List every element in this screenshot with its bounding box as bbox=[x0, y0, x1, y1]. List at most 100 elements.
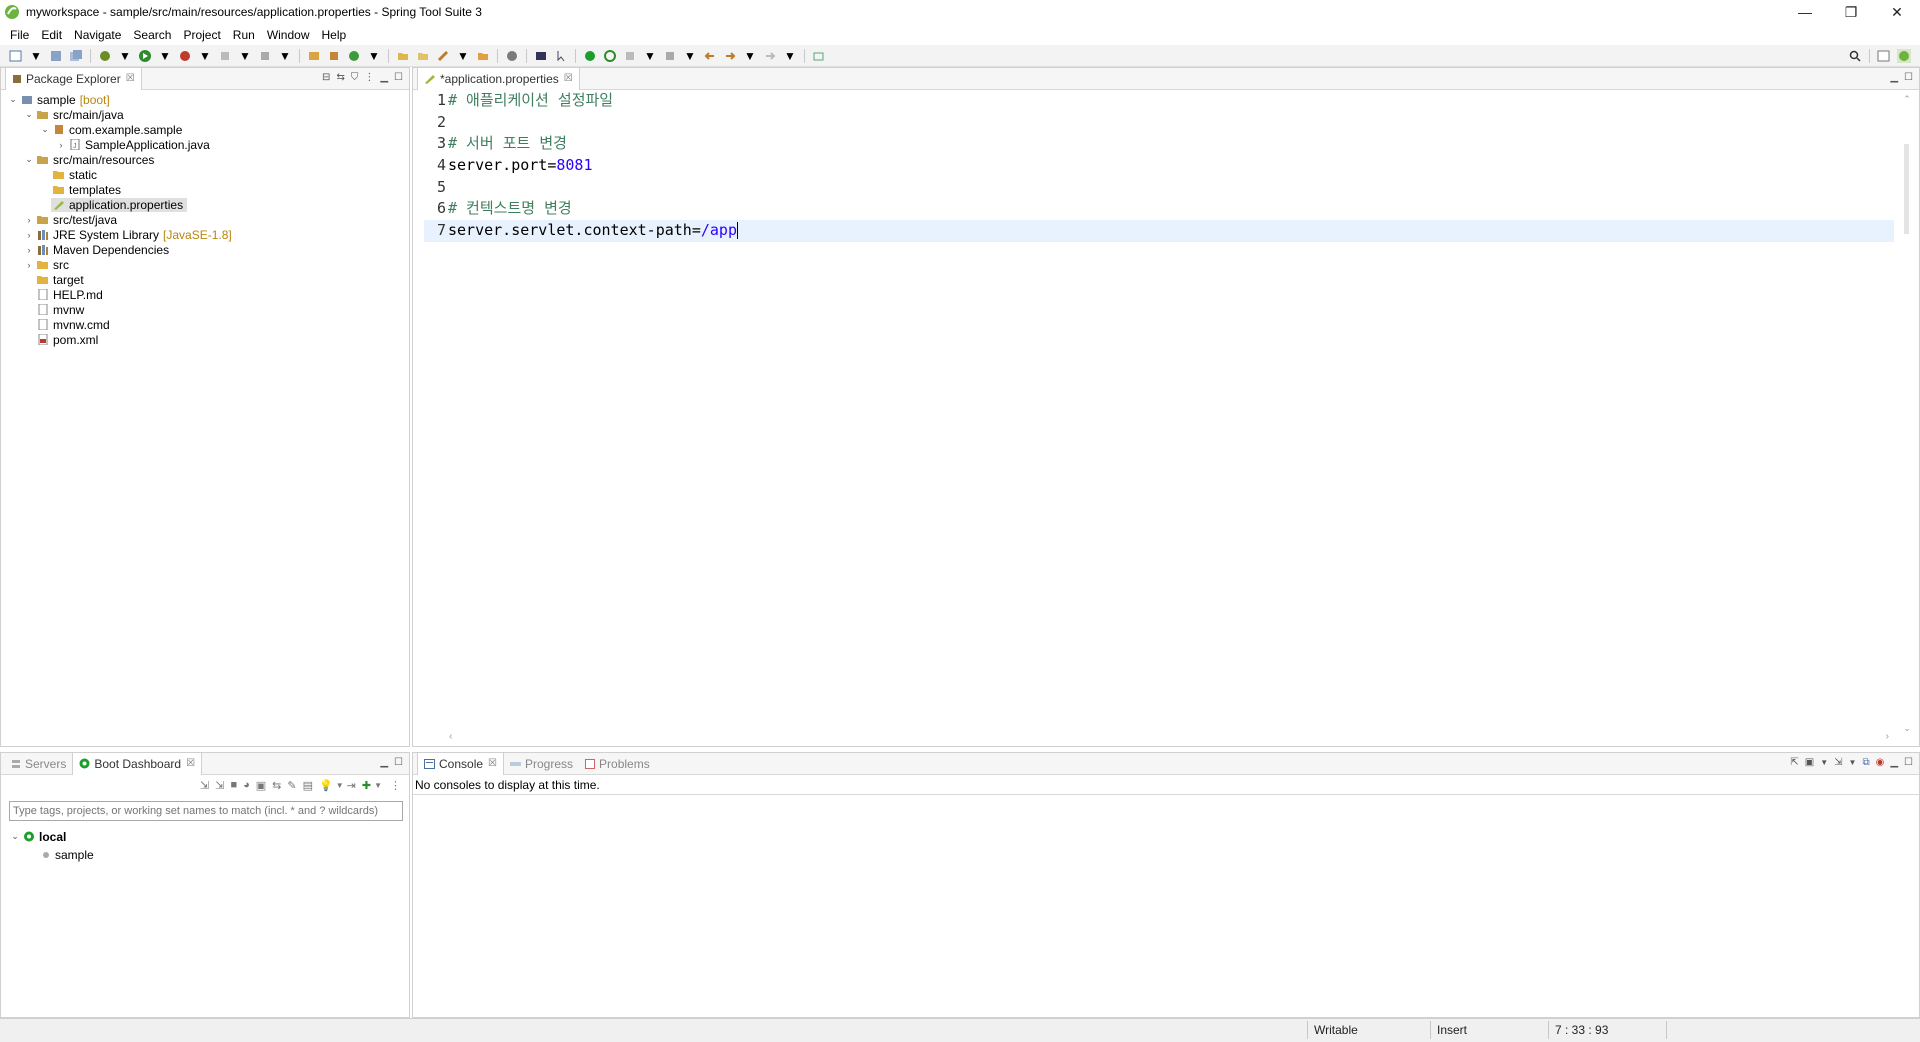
tree-row[interactable]: static bbox=[1, 167, 409, 182]
dropdown-icon[interactable]: ▼ bbox=[336, 781, 344, 790]
expose-icon[interactable]: ⇥ bbox=[347, 779, 356, 792]
tree-row[interactable]: › J SampleApplication.java bbox=[1, 137, 409, 152]
tree-row-local[interactable]: ⌄ local bbox=[9, 829, 66, 844]
properties-icon[interactable]: ▤ bbox=[303, 779, 313, 792]
menu-help[interactable]: Help bbox=[316, 28, 353, 42]
collapsed-chevron-icon[interactable]: › bbox=[55, 140, 67, 150]
code-line[interactable]: server.port=8081 bbox=[448, 155, 1904, 177]
lightbulb-icon[interactable]: 💡 bbox=[319, 779, 333, 792]
tree-row[interactable]: HELP.md bbox=[1, 287, 409, 302]
menu-window[interactable]: Window bbox=[261, 28, 316, 42]
minimize-icon[interactable]: ▁ bbox=[380, 72, 388, 83]
dropdown-icon[interactable]: ▼ bbox=[1849, 758, 1857, 767]
debug-icon[interactable]: ⇲ bbox=[215, 779, 224, 792]
maximize-icon[interactable]: ☐ bbox=[394, 757, 403, 768]
tree-row-selected[interactable]: application.properties bbox=[1, 197, 409, 212]
forward-icon[interactable] bbox=[723, 49, 737, 63]
scroll-thumb[interactable] bbox=[1904, 144, 1909, 234]
maximize-icon[interactable]: ☐ bbox=[394, 72, 403, 83]
code-area[interactable]: # 애플리케이션 설정파일 # 서버 포트 변경 server.port=808… bbox=[448, 90, 1904, 242]
pointer-icon[interactable] bbox=[554, 49, 568, 63]
tree-row[interactable]: templates bbox=[1, 182, 409, 197]
filter-icon[interactable]: ⛉ bbox=[351, 72, 359, 83]
tree-row[interactable]: mvnw bbox=[1, 302, 409, 317]
tree-row[interactable]: › JRE System Library [JavaSE-1.8] bbox=[1, 227, 409, 242]
tab-console[interactable]: Console ☒ bbox=[417, 752, 504, 775]
open-task-icon[interactable] bbox=[416, 49, 430, 63]
tree-row[interactable]: target bbox=[1, 272, 409, 287]
collapsed-chevron-icon[interactable]: › bbox=[23, 215, 35, 225]
open-console-icon[interactable]: ▣ bbox=[256, 779, 266, 792]
menu-run[interactable]: Run bbox=[227, 28, 261, 42]
debug-icon[interactable] bbox=[98, 49, 112, 63]
new-icon[interactable] bbox=[9, 49, 23, 63]
horizontal-scrollbar[interactable]: ‹ › bbox=[449, 731, 1889, 743]
annotation-icon[interactable] bbox=[623, 49, 637, 63]
close-icon[interactable]: ☒ bbox=[126, 73, 135, 84]
add-icon[interactable]: ✚ bbox=[362, 779, 371, 792]
save-all-icon[interactable] bbox=[69, 49, 83, 63]
tree-row[interactable]: › src bbox=[1, 257, 409, 272]
spring-perspective-icon[interactable] bbox=[1897, 49, 1911, 63]
tab-application-properties[interactable]: *application.properties ☒ bbox=[417, 67, 580, 90]
scroll-left-icon[interactable]: ‹ bbox=[449, 731, 452, 742]
minimize-button[interactable]: — bbox=[1782, 0, 1828, 24]
tab-package-explorer[interactable]: Package Explorer ☒ bbox=[5, 67, 142, 90]
maximize-icon[interactable]: ☐ bbox=[1904, 757, 1913, 768]
open-web-browser-icon[interactable]: ◕ bbox=[243, 779, 250, 791]
expand-chevron-icon[interactable]: ⌄ bbox=[39, 124, 51, 135]
tab-boot-dashboard[interactable]: Boot Dashboard ☒ bbox=[72, 752, 203, 775]
expand-chevron-icon[interactable]: ⌄ bbox=[23, 109, 35, 120]
tab-problems[interactable]: Problems bbox=[579, 753, 656, 775]
restore-button[interactable]: ❐ bbox=[1828, 0, 1874, 24]
open-folder-icon[interactable] bbox=[476, 49, 490, 63]
back-icon[interactable] bbox=[703, 49, 717, 63]
menu-file[interactable]: File bbox=[4, 28, 35, 42]
new-package-icon[interactable] bbox=[327, 49, 341, 63]
filter-input[interactable] bbox=[9, 801, 403, 821]
tree-row[interactable]: ⌄ sample [boot] bbox=[1, 92, 409, 107]
tree-row[interactable]: pom.xml bbox=[1, 332, 409, 347]
close-icon[interactable]: ☒ bbox=[564, 73, 573, 84]
close-icon[interactable]: ☒ bbox=[488, 758, 497, 769]
code-line[interactable]: # 컨텍스트명 변경 bbox=[448, 198, 1904, 220]
expand-chevron-icon[interactable]: ⌄ bbox=[9, 831, 21, 842]
menu-project[interactable]: Project bbox=[177, 28, 226, 42]
close-icon[interactable]: ☒ bbox=[186, 758, 195, 769]
code-line[interactable]: # 애플리케이션 설정파일 bbox=[448, 90, 1904, 112]
new-java-project-icon[interactable] bbox=[307, 49, 321, 63]
close-button[interactable]: ✕ bbox=[1874, 0, 1920, 24]
spring-boot-icon[interactable] bbox=[583, 49, 597, 63]
collapsed-chevron-icon[interactable]: › bbox=[23, 230, 35, 240]
terminal-icon[interactable] bbox=[534, 49, 548, 63]
run-icon[interactable] bbox=[138, 49, 152, 63]
globe-icon[interactable] bbox=[505, 49, 519, 63]
code-editor[interactable]: 1 2 3 4 5 6 7 # 애플리케이션 설정파일 # 서버 포트 변경 s… bbox=[424, 90, 1904, 730]
collapsed-chevron-icon[interactable]: › bbox=[23, 245, 35, 255]
dropdown-icon[interactable]: ▼ bbox=[1820, 758, 1828, 767]
menu-navigate[interactable]: Navigate bbox=[68, 28, 127, 42]
copy-icon[interactable]: ⧉ bbox=[1862, 757, 1869, 768]
link-editor-icon[interactable]: ⇆ bbox=[336, 72, 344, 83]
start-icon[interactable]: ⇲ bbox=[200, 779, 209, 792]
spring-console-icon[interactable]: ◉ bbox=[1876, 757, 1885, 768]
forward-disabled-icon[interactable] bbox=[763, 49, 777, 63]
stop-icon[interactable]: ■ bbox=[230, 779, 237, 791]
tree-row[interactable]: ⌄ src/main/resources bbox=[1, 152, 409, 167]
tree-row[interactable]: › src/test/java bbox=[1, 212, 409, 227]
code-line[interactable] bbox=[448, 177, 1904, 199]
collapsed-chevron-icon[interactable]: › bbox=[23, 260, 35, 270]
view-menu-icon[interactable]: ⋮ bbox=[364, 72, 374, 83]
open-console-icon[interactable]: ⇲ bbox=[1834, 757, 1842, 768]
refresh-icon[interactable] bbox=[603, 49, 617, 63]
external-tools-icon[interactable] bbox=[178, 49, 192, 63]
search-tool-icon[interactable] bbox=[436, 49, 450, 63]
new-class-icon[interactable] bbox=[347, 49, 361, 63]
tab-progress[interactable]: Progress bbox=[504, 753, 579, 775]
code-line[interactable]: # 서버 포트 변경 bbox=[448, 133, 1904, 155]
tree-row[interactable]: › Maven Dependencies bbox=[1, 242, 409, 257]
tree-row[interactable]: mvnw.cmd bbox=[1, 317, 409, 332]
code-line[interactable] bbox=[448, 112, 1904, 134]
display-console-icon[interactable]: ▣ bbox=[1805, 757, 1814, 768]
menu-edit[interactable]: Edit bbox=[35, 28, 68, 42]
